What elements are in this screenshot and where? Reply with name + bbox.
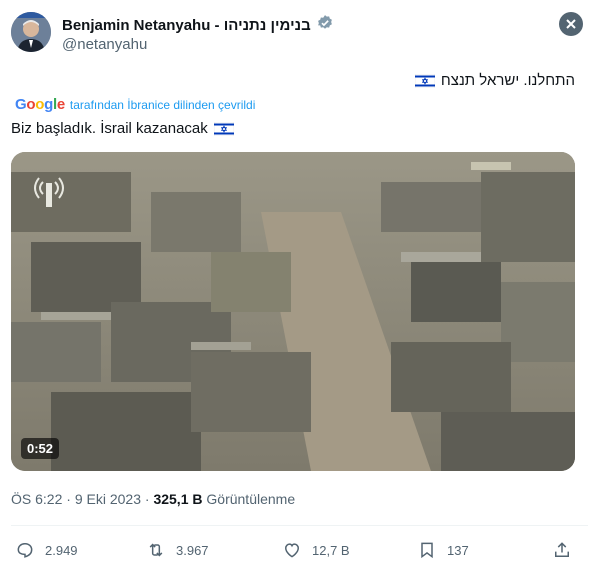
video-duration: 0:52 [21, 438, 60, 459]
video-player[interactable] [11, 152, 575, 471]
divider [11, 525, 588, 526]
tweet-translated-text: Biz başladık. İsrail kazanacak [11, 120, 235, 137]
translated-text: Biz başladık. İsrail kazanacak [11, 120, 208, 137]
like-button[interactable]: 12,7 B [282, 540, 350, 560]
meta-separator: · [66, 491, 71, 507]
reply-icon [17, 543, 33, 558]
repost-icon [149, 543, 163, 557]
close-button[interactable] [559, 12, 583, 36]
repost-button[interactable]: 3.967 [146, 540, 209, 560]
author-name[interactable]: Benjamin Netanyahu - בנימין נתניהו [62, 17, 311, 34]
translation-note-text[interactable]: tarafından İbranice dilinden çevrildi [70, 98, 255, 112]
google-logo: Google [15, 96, 65, 113]
share-button[interactable] [552, 540, 572, 560]
heart-icon [284, 543, 300, 558]
bookmark-icon [421, 542, 433, 559]
repost-count: 3.967 [176, 542, 209, 558]
close-icon [566, 19, 576, 29]
israel-flag-icon [213, 121, 235, 136]
meta-separator: · [144, 491, 150, 507]
verified-badge-icon [316, 14, 334, 36]
bookmark-count: 137 [447, 542, 469, 558]
author-name-row[interactable]: Benjamin Netanyahu - בנימין נתניהו [62, 14, 334, 36]
share-icon [555, 542, 569, 557]
israel-flag-icon [414, 73, 436, 88]
avatar[interactable] [11, 12, 51, 52]
reply-button[interactable]: 2.949 [15, 540, 78, 560]
tweet-date[interactable]: 9 Eki 2023 [75, 491, 141, 507]
tweet-time[interactable]: ÖS 6:22 [11, 491, 62, 507]
video-thumbnail [11, 152, 575, 471]
like-count: 12,7 B [312, 542, 350, 558]
reply-count: 2.949 [45, 542, 78, 558]
tweet-original-text: התחלנו. ישראל תנצח [414, 72, 575, 89]
view-label: Görüntülenme [206, 491, 296, 507]
original-text: התחלנו. ישראל תנצח [440, 72, 575, 89]
bookmark-button[interactable]: 137 [417, 540, 469, 560]
author-handle[interactable]: @netanyahu [62, 36, 147, 53]
translation-note[interactable]: Google tarafından İbranice dilinden çevr… [15, 96, 255, 113]
tweet-meta: ÖS 6:22 · 9 Eki 2023 · 325,1 B Görüntüle… [11, 491, 295, 507]
view-count: 325,1 B [153, 491, 203, 507]
